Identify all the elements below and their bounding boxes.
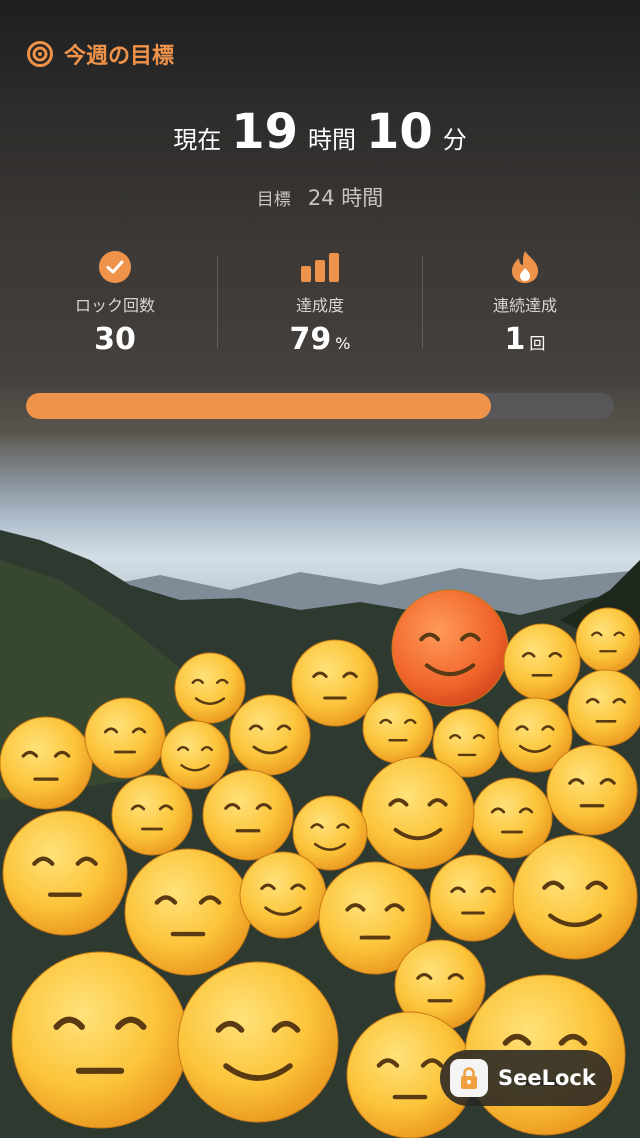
emoji-face <box>160 720 230 790</box>
emoji-face <box>362 692 434 764</box>
emoji-face <box>391 589 509 707</box>
emoji-face <box>84 697 166 779</box>
emoji-face <box>429 854 517 942</box>
emoji-face <box>111 774 193 856</box>
emoji-face <box>503 623 581 701</box>
emoji-face <box>575 607 640 673</box>
emoji-face <box>567 669 640 747</box>
emoji-face <box>202 769 294 861</box>
lock-icon <box>450 1059 488 1097</box>
emoji-face <box>11 951 189 1129</box>
seelock-label: SeeLock <box>498 1066 596 1090</box>
emoji-face <box>0 716 93 810</box>
emoji-face <box>239 851 327 939</box>
emoji-face <box>229 694 311 776</box>
emoji-pile <box>0 589 640 1138</box>
emoji-face <box>546 744 638 836</box>
emoji-face <box>174 652 246 724</box>
emoji-face <box>177 961 339 1123</box>
emoji-face <box>291 639 379 727</box>
seelock-badge[interactable]: SeeLock <box>440 1050 612 1106</box>
emoji-face <box>512 834 638 960</box>
emoji-face <box>361 756 475 870</box>
emoji-face <box>2 810 128 936</box>
emoji-face <box>124 848 252 976</box>
